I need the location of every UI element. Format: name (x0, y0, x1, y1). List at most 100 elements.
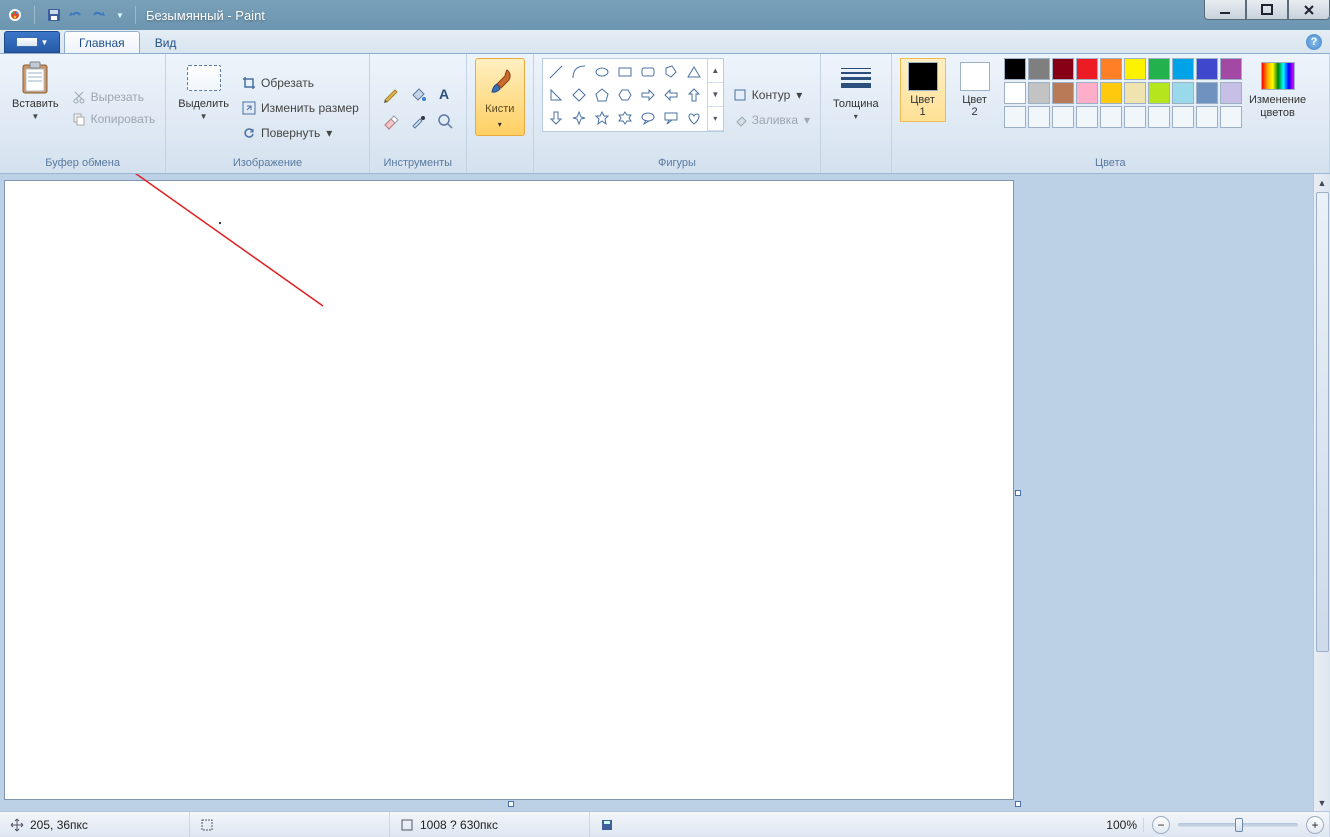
crop-button[interactable]: Обрезать (239, 72, 361, 94)
canvas-size-icon (400, 818, 414, 832)
color-swatch[interactable] (1124, 82, 1146, 104)
color-swatch[interactable] (1004, 58, 1026, 80)
color-swatch[interactable] (1172, 58, 1194, 80)
fill-button[interactable]: Заливка▾ (730, 109, 812, 131)
scroll-down-button[interactable]: ▼ (1314, 794, 1330, 811)
shape-curve[interactable] (568, 61, 590, 83)
file-menu[interactable]: ▼ (4, 31, 60, 53)
thickness-button[interactable]: Толщина ▾ (829, 58, 883, 157)
color-swatch[interactable] (1052, 82, 1074, 104)
custom-color-slot[interactable] (1196, 106, 1218, 128)
shapes-scroll-up[interactable]: ▲ (708, 59, 723, 83)
shape-star4[interactable] (568, 107, 590, 129)
color2-button[interactable]: Цвет 2 (952, 58, 998, 122)
color-swatch[interactable] (1172, 82, 1194, 104)
eraser-tool[interactable] (378, 108, 404, 134)
edit-colors-button[interactable]: Изменение цветов (1248, 58, 1308, 119)
shapes-expand[interactable]: ▾ (708, 107, 723, 131)
zoom-in-button[interactable]: + (1306, 816, 1324, 834)
select-button[interactable]: Выделить ▼ (174, 58, 233, 157)
shape-triangle[interactable] (683, 61, 705, 83)
help-button[interactable]: ? (1306, 34, 1322, 50)
color-swatch[interactable] (1196, 82, 1218, 104)
canvas[interactable] (4, 180, 1014, 800)
rotate-button[interactable]: Повернуть ▾ (239, 122, 361, 144)
color-swatch[interactable] (1148, 82, 1170, 104)
text-tool[interactable]: A (432, 81, 458, 107)
outline-button[interactable]: Контур▾ (730, 84, 812, 106)
undo-icon[interactable] (67, 6, 85, 24)
shape-arrow-left[interactable] (660, 84, 682, 106)
tab-home[interactable]: Главная (64, 31, 140, 53)
shape-heart[interactable] (683, 107, 705, 129)
copy-button[interactable]: Копировать (69, 108, 158, 130)
pencil-tool[interactable] (378, 81, 404, 107)
shape-pentagon[interactable] (591, 84, 613, 106)
custom-color-slot[interactable] (1172, 106, 1194, 128)
custom-color-slot[interactable] (1052, 106, 1074, 128)
scroll-up-button[interactable]: ▲ (1314, 174, 1330, 191)
shape-rect[interactable] (614, 61, 636, 83)
redo-icon[interactable] (89, 6, 107, 24)
custom-color-slot[interactable] (1100, 106, 1122, 128)
shape-polygon[interactable] (660, 61, 682, 83)
color-swatch[interactable] (1220, 82, 1242, 104)
shape-right-triangle[interactable] (545, 84, 567, 106)
brushes-button[interactable]: Кисти ▾ (475, 58, 525, 136)
zoom-out-button[interactable]: − (1152, 816, 1170, 834)
shape-callout-round[interactable] (637, 107, 659, 129)
cut-button[interactable]: Вырезать (69, 86, 158, 108)
resize-button[interactable]: Изменить размер (239, 97, 361, 119)
fill-tool[interactable] (405, 81, 431, 107)
color-swatch[interactable] (1028, 58, 1050, 80)
shapes-gallery[interactable]: ▲ ▼ ▾ (542, 58, 724, 132)
color-swatch[interactable] (1028, 82, 1050, 104)
resize-handle-bottom[interactable] (508, 801, 514, 807)
resize-handle-right[interactable] (1015, 490, 1021, 496)
shape-arrow-right[interactable] (637, 84, 659, 106)
shape-hexagon[interactable] (614, 84, 636, 106)
qat-dropdown-icon[interactable]: ▼ (111, 6, 129, 24)
maximize-button[interactable] (1246, 0, 1288, 20)
custom-color-slot[interactable] (1076, 106, 1098, 128)
custom-color-slot[interactable] (1148, 106, 1170, 128)
color-swatch[interactable] (1196, 58, 1218, 80)
resize-handle-corner[interactable] (1015, 801, 1021, 807)
custom-color-slot[interactable] (1004, 106, 1026, 128)
custom-color-slot[interactable] (1220, 106, 1242, 128)
shape-line[interactable] (545, 61, 567, 83)
shape-diamond[interactable] (568, 84, 590, 106)
paste-button[interactable]: Вставить ▼ (8, 58, 63, 157)
tab-view[interactable]: Вид (140, 31, 192, 53)
minimize-button[interactable] (1204, 0, 1246, 20)
close-button[interactable] (1288, 0, 1330, 20)
shape-roundrect[interactable] (637, 61, 659, 83)
color-swatch[interactable] (1100, 82, 1122, 104)
zoom-slider[interactable] (1178, 823, 1298, 827)
shape-star5[interactable] (591, 107, 613, 129)
shapes-scroll-down[interactable]: ▼ (708, 83, 723, 107)
custom-color-slot[interactable] (1124, 106, 1146, 128)
color-swatch[interactable] (1076, 58, 1098, 80)
magnifier-tool[interactable] (432, 108, 458, 134)
color-swatch[interactable] (1124, 58, 1146, 80)
color-swatch[interactable] (1004, 82, 1026, 104)
shape-arrow-down[interactable] (545, 107, 567, 129)
shape-star6[interactable] (614, 107, 636, 129)
shape-oval[interactable] (591, 61, 613, 83)
canvas-viewport[interactable] (0, 174, 1313, 811)
eyedropper-tool[interactable] (405, 108, 431, 134)
custom-color-slot[interactable] (1028, 106, 1050, 128)
color1-button[interactable]: Цвет 1 (900, 58, 946, 122)
shape-callout-rect[interactable] (660, 107, 682, 129)
scroll-thumb[interactable] (1316, 192, 1329, 652)
shape-arrow-up[interactable] (683, 84, 705, 106)
color-swatch[interactable] (1148, 58, 1170, 80)
color-swatch[interactable] (1052, 58, 1074, 80)
vertical-scrollbar[interactable]: ▲ ▼ (1313, 174, 1330, 811)
color-swatch[interactable] (1220, 58, 1242, 80)
color-swatch[interactable] (1100, 58, 1122, 80)
color-swatch[interactable] (1076, 82, 1098, 104)
save-icon[interactable] (45, 6, 63, 24)
zoom-slider-thumb[interactable] (1235, 818, 1243, 832)
